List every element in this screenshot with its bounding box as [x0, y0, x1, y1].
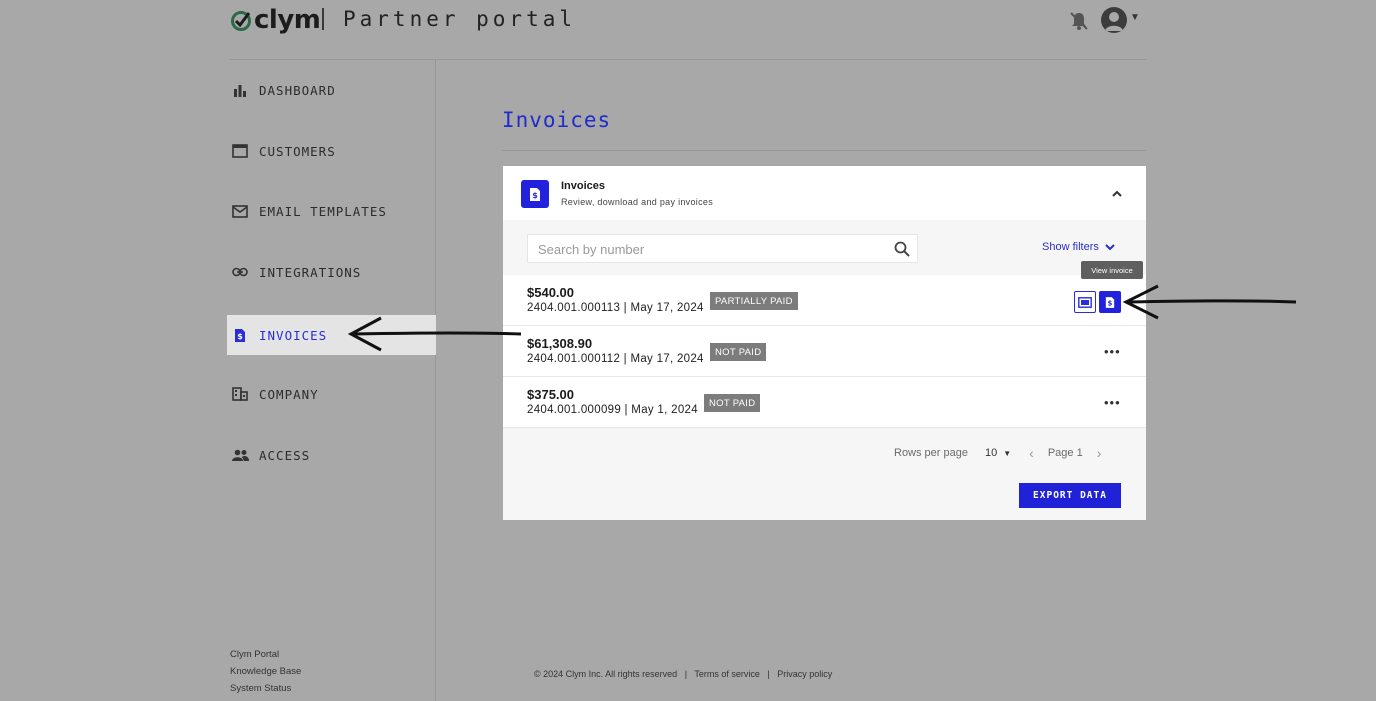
notifications-off-icon[interactable] — [1068, 10, 1090, 32]
terms-link[interactable]: Terms of service — [694, 669, 760, 679]
header-divider — [322, 8, 324, 30]
annotation-arrow-left — [347, 316, 522, 352]
portal-title: Partner portal — [343, 7, 577, 31]
sidebar-item-label: DASHBOARD — [259, 82, 336, 98]
invoices-card: $ Invoices Review, download and pay invo… — [503, 166, 1146, 520]
card-subtitle: Review, download and pay invoices — [561, 197, 713, 207]
page-title: Invoices — [502, 108, 612, 132]
invoice-icon: $ — [521, 180, 549, 208]
sidebar-item-label: ACCESS — [259, 447, 311, 463]
sidebar-item-label: INVOICES — [259, 327, 328, 343]
logo-check-icon — [231, 11, 251, 31]
payment-icon — [1078, 296, 1092, 308]
invoice-amount: $375.00 — [527, 387, 574, 402]
people-icon — [231, 446, 249, 464]
svg-text:$: $ — [532, 191, 538, 200]
table-row[interactable]: $540.00 2404.001.000113 | May 17, 2024 P… — [503, 275, 1146, 326]
avatar[interactable] — [1101, 7, 1127, 33]
more-options-icon[interactable]: ••• — [1104, 344, 1121, 359]
pay-invoice-button[interactable] — [1074, 291, 1096, 313]
search-placeholder: Search by number — [538, 242, 645, 257]
invoice-icon: $ — [231, 326, 249, 344]
invoice-meta: 2404.001.000113 | May 17, 2024 — [527, 302, 704, 314]
prev-page-icon[interactable]: ‹ — [1029, 445, 1034, 461]
sidebar-item-customers[interactable]: CUSTOMERS — [227, 131, 436, 171]
search-input[interactable]: Search by number — [527, 234, 918, 263]
next-page-icon[interactable]: › — [1097, 445, 1102, 461]
rows-per-page-label: Rows per page — [894, 447, 968, 459]
page-indicator: Page 1 — [1047, 447, 1083, 459]
sidebar-item-label: COMPANY — [259, 386, 319, 402]
invoice-amount: $540.00 — [527, 285, 574, 300]
footer-separator: | — [684, 669, 688, 679]
link-icon — [231, 263, 249, 281]
sidebar-item-integrations[interactable]: INTEGRATIONS — [227, 252, 436, 292]
link-system-status[interactable]: System Status — [230, 680, 301, 697]
clym-logo[interactable]: clym — [230, 4, 321, 36]
window-icon — [231, 142, 249, 160]
invoice-amount: $61,308.90 — [527, 336, 593, 351]
view-invoice-button[interactable]: $ — [1099, 291, 1121, 313]
sidebar-item-dashboard[interactable]: DASHBOARD — [227, 70, 436, 110]
status-badge: PARTIALLY PAID — [710, 292, 798, 310]
more-options-icon[interactable]: ••• — [1104, 395, 1121, 410]
sidebar-item-access[interactable]: ACCESS — [227, 435, 436, 475]
sidebar-footer-links: Clym Portal Knowledge Base System Status — [230, 646, 301, 697]
title-divider — [502, 150, 1146, 151]
status-badge: NOT PAID — [710, 343, 767, 361]
mail-icon — [231, 202, 249, 220]
card-title: Invoices — [561, 180, 606, 192]
export-data-button[interactable]: EXPORT DATA — [1019, 483, 1121, 508]
show-filters-label: Show filters — [1042, 241, 1099, 253]
status-badge: NOT PAID — [704, 394, 761, 412]
svg-text:$: $ — [237, 332, 243, 341]
link-knowledge-base[interactable]: Knowledge Base — [230, 663, 301, 680]
invoice-meta: 2404.001.000112 | May 17, 2024 — [527, 353, 704, 365]
link-clym-portal[interactable]: Clym Portal — [230, 646, 301, 663]
card-header[interactable]: $ Invoices Review, download and pay invo… — [503, 166, 1146, 220]
sidebar-item-label: CUSTOMERS — [259, 143, 336, 159]
building-icon — [231, 385, 249, 403]
sidebar-item-company[interactable]: COMPANY — [227, 374, 436, 414]
copyright-text: © 2024 Clym Inc. All rights reserved — [534, 669, 678, 679]
pagination: Rows per page 10 ▼ ‹ Page 1 › — [894, 445, 1101, 461]
sidebar-item-email-templates[interactable]: EMAIL TEMPLATES — [227, 191, 436, 231]
invoice-meta: 2404.001.000099 | May 1, 2024 — [527, 404, 698, 416]
sidebar-item-label: EMAIL TEMPLATES — [259, 203, 387, 219]
footer-separator: | — [767, 669, 770, 679]
rows-per-page-select[interactable]: 10 ▼ — [985, 447, 1011, 459]
svg-text:$: $ — [1108, 299, 1113, 307]
sidebar-item-label: INTEGRATIONS — [259, 264, 362, 280]
bar-chart-icon — [231, 81, 249, 99]
caret-down-icon: ▼ — [1003, 448, 1012, 458]
rows-per-page-value: 10 — [985, 447, 998, 459]
chevron-down-icon[interactable]: ▼ — [1130, 12, 1140, 23]
view-invoice-tooltip: View invoice — [1081, 261, 1143, 279]
search-icon[interactable] — [894, 241, 910, 257]
user-icon — [1105, 12, 1123, 31]
chevron-down-icon — [1105, 244, 1115, 251]
table-row[interactable]: $61,308.90 2404.001.000112 | May 17, 202… — [503, 326, 1146, 377]
show-filters-button[interactable]: Show filters — [1042, 241, 1115, 253]
annotation-arrow-right — [1122, 284, 1297, 320]
top-header: clym Partner portal ▼ — [230, 0, 1146, 60]
invoice-icon: $ — [1105, 296, 1115, 308]
logo-text: clym — [254, 5, 321, 35]
chevron-up-icon[interactable] — [1109, 186, 1125, 202]
page-footer: © 2024 Clym Inc. All rights reserved | T… — [534, 669, 832, 679]
table-row[interactable]: $375.00 2404.001.000099 | May 1, 2024 NO… — [503, 377, 1146, 428]
privacy-link[interactable]: Privacy policy — [777, 669, 832, 679]
